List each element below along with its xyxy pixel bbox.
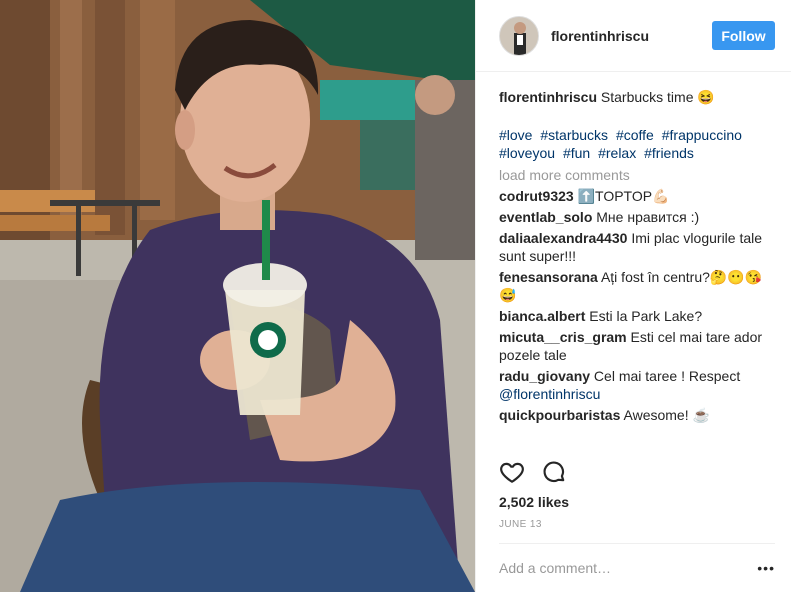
instagram-post: florentinhriscu Follow florentinhriscu S…	[0, 0, 791, 592]
hashtag-link[interactable]: #frappuccino	[662, 127, 742, 143]
post-side-panel: florentinhriscu Follow florentinhriscu S…	[475, 0, 791, 592]
comment-username[interactable]: radu_giovany	[499, 368, 590, 384]
comment-text: Мне нравится :)	[596, 209, 700, 225]
avatar-image	[500, 16, 538, 55]
comment-item: fenesansorana Ați fost în centru?🤔😶😘😅	[499, 268, 777, 304]
post-caption: florentinhriscu Starbucks time 😆	[499, 88, 777, 106]
photo-illustration	[0, 0, 475, 592]
comment-item: daliaalexandra4430 Imi plac vlogurile ta…	[499, 229, 777, 265]
comment-username[interactable]: quickpourbaristas	[499, 407, 620, 423]
heart-icon[interactable]	[499, 459, 525, 485]
caption-text: Starbucks time 😆	[600, 89, 715, 105]
hashtag-link[interactable]: #love	[499, 127, 532, 143]
comment-item: bianca.albert Esti la Park Lake?	[499, 307, 777, 325]
comment-text: Esti la Park Lake?	[589, 308, 703, 324]
post-photo[interactable]	[0, 0, 475, 592]
comment-username[interactable]: fenesansorana	[499, 269, 598, 285]
hashtags: #love #starbucks #coffe #frappuccino #lo…	[499, 126, 777, 162]
add-comment-bar: •••	[499, 543, 775, 592]
likes-count[interactable]: 2,502 likes	[499, 494, 569, 510]
caption-username[interactable]: florentinhriscu	[499, 89, 597, 105]
more-options-icon[interactable]: •••	[757, 560, 775, 576]
hashtag-link[interactable]: #fun	[563, 145, 590, 161]
hashtag-link[interactable]: #coffe	[616, 127, 654, 143]
header-username[interactable]: florentinhriscu	[551, 28, 712, 44]
comment-item: quickpourbaristas Awesome! ☕️	[499, 406, 777, 424]
hashtag-link[interactable]: #starbucks	[540, 127, 608, 143]
comment-item: eventlab_solo Мне нравится :)	[499, 208, 777, 226]
comment-item: radu_giovany Cel mai taree ! Respect @fl…	[499, 367, 777, 403]
comment-text: Awesome! ☕️	[623, 407, 710, 423]
comment-username[interactable]: micuta__cris_gram	[499, 329, 627, 345]
comment-username[interactable]: bianca.albert	[499, 308, 585, 324]
load-more-comments-link[interactable]: load more comments	[499, 166, 777, 184]
post-actions	[499, 459, 567, 485]
hashtag-link[interactable]: #loveyou	[499, 145, 555, 161]
comment-item: codrut9323 ⬆️TOPTOP💪🏻	[499, 187, 777, 205]
comment-text: ⬆️TOPTOP💪🏻	[577, 188, 670, 204]
add-comment-input[interactable]	[499, 560, 758, 576]
avatar[interactable]	[499, 15, 539, 56]
post-date: JUNE 13	[499, 519, 542, 530]
follow-button[interactable]: Follow	[712, 21, 775, 50]
comment-text: Cel mai taree ! Respect	[593, 368, 741, 384]
hashtag-link[interactable]: #relax	[598, 145, 636, 161]
comment-username[interactable]: codrut9323	[499, 188, 574, 204]
comments-section: florentinhriscu Starbucks time 😆 #love #…	[476, 72, 791, 452]
hashtag-link[interactable]: #friends	[644, 145, 694, 161]
comment-mention-link[interactable]: @florentinhriscu	[499, 386, 600, 402]
comment-username[interactable]: daliaalexandra4430	[499, 230, 627, 246]
comment-bubble-icon[interactable]	[541, 459, 567, 485]
comment-item: micuta__cris_gram Esti cel mai tare ador…	[499, 328, 777, 364]
comment-username[interactable]: eventlab_solo	[499, 209, 592, 225]
post-header: florentinhriscu Follow	[476, 0, 791, 72]
